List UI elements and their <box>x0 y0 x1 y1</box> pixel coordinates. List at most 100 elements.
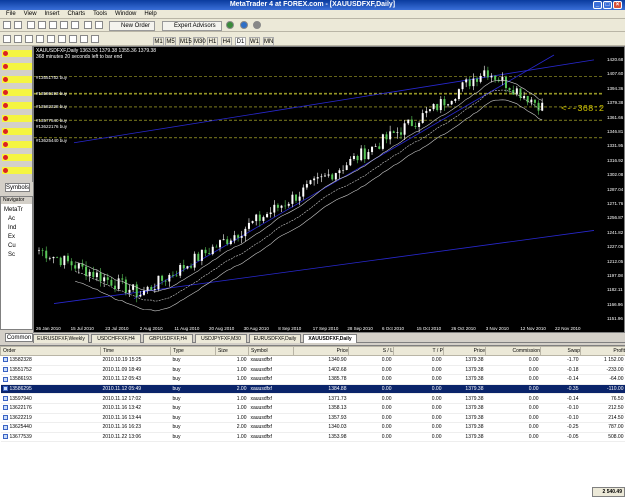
candle-body <box>175 275 178 277</box>
column-header[interactable]: S / L <box>348 346 394 356</box>
symbol-status-icon <box>3 155 8 160</box>
fibonacci-icon[interactable] <box>69 35 77 43</box>
order-row[interactable]: 13677539 2010.11.22 13:06 buy 1.00 xauusdfxf… <box>0 432 625 443</box>
column-header[interactable]: Type <box>170 346 216 356</box>
profiles-icon[interactable] <box>14 21 22 29</box>
templates-icon[interactable] <box>240 21 248 29</box>
order-row[interactable]: 13622176 2010.11.16 13:42 buy 1.00 xauusdfxf… <box>0 403 625 414</box>
navigator-item[interactable]: Ind <box>8 225 16 232</box>
minimize-button[interactable]: _ <box>593 1 602 9</box>
common-tab[interactable]: Common <box>5 333 33 342</box>
navigator-item[interactable]: MetaTr <box>4 207 23 214</box>
navigator-item[interactable]: Cu <box>8 243 16 250</box>
menu-tools[interactable]: Tools <box>93 10 107 19</box>
zoom-out-icon[interactable] <box>95 21 103 29</box>
order-row[interactable]: 13622219 2010.11.16 13:44 buy 1.00 xauusdfxf… <box>0 413 625 424</box>
menu-view[interactable]: View <box>24 10 37 19</box>
data-window-icon[interactable] <box>38 21 46 29</box>
terminal-icon[interactable] <box>60 21 68 29</box>
column-header[interactable]: Symbol <box>248 346 294 356</box>
y-tick-label: 1302.08 <box>607 172 624 178</box>
strategy-tester-icon[interactable] <box>71 21 79 29</box>
arrow-icon[interactable] <box>91 35 99 43</box>
menu-file[interactable]: File <box>6 10 16 19</box>
indicators-icon[interactable] <box>226 21 234 29</box>
order-row[interactable]: 13597940 2010.11.12 17:02 buy 1.00 xauusdfxf… <box>0 393 625 404</box>
timeframe-d1[interactable]: D1 <box>235 37 246 46</box>
timeframe-m15[interactable]: M15 <box>179 37 192 46</box>
navigator-item[interactable]: Sc <box>8 252 15 259</box>
candle-body <box>371 146 374 153</box>
timeframe-w1[interactable]: W1 <box>249 37 260 46</box>
market-watch-row[interactable] <box>2 167 32 174</box>
zoom-in-icon[interactable] <box>84 21 92 29</box>
market-watch-row[interactable] <box>2 141 32 148</box>
menu-insert[interactable]: Insert <box>44 10 59 19</box>
market-watch-row[interactable] <box>2 128 32 135</box>
order-cell: 214.50 <box>580 413 625 424</box>
column-header[interactable]: Time <box>100 346 171 356</box>
channel-icon[interactable] <box>58 35 66 43</box>
market-watch-row[interactable] <box>2 50 32 57</box>
timeframe-m5[interactable]: M5 <box>165 37 176 46</box>
chart-tab[interactable]: EURUSDFXF,Weekly <box>33 334 89 343</box>
timeframe-h4[interactable]: H4 <box>221 37 232 46</box>
column-header[interactable]: Price <box>293 346 349 356</box>
new-order-button[interactable]: New Order <box>109 21 155 31</box>
column-header[interactable]: T / P <box>393 346 444 356</box>
order-row[interactable]: 13582328 2010.10.19 15:25 buy 1.00 xauusdfxf… <box>0 355 625 366</box>
chart-tab[interactable]: USDCHFFXF,H4 <box>91 334 141 343</box>
new-chart-icon[interactable] <box>3 21 11 29</box>
order-cell: -0.14 <box>540 374 581 385</box>
symbol-status-icon <box>3 77 8 82</box>
menu-window[interactable]: Window <box>115 10 136 19</box>
market-watch-row[interactable] <box>2 76 32 83</box>
timeframe-m1[interactable]: M1 <box>153 37 164 46</box>
navigator-item[interactable]: Ac <box>8 216 15 223</box>
trendline-icon[interactable] <box>47 35 55 43</box>
candle-body <box>418 122 421 127</box>
timeframe-mn[interactable]: MN <box>263 37 274 46</box>
horizontal-line-icon[interactable] <box>36 35 44 43</box>
column-header[interactable]: Price <box>443 346 486 356</box>
market-watch-row[interactable] <box>2 89 32 96</box>
order-cell: 0.00 <box>393 403 444 414</box>
crosshair-icon[interactable] <box>14 35 22 43</box>
market-watch-icon[interactable] <box>27 21 35 29</box>
chart-tab-active[interactable]: XAUUSDFXF,Daily <box>303 334 357 343</box>
column-header[interactable]: Commission <box>485 346 541 356</box>
column-header[interactable]: Profit <box>580 346 625 356</box>
order-row[interactable]: 13551752 2010.11.09 18:49 buy 1.00 xauusdfxf… <box>0 365 625 376</box>
order-row[interactable]: 13625440 2010.11.16 16:23 buy 2.00 xauusdfxf… <box>0 422 625 433</box>
cursor-icon[interactable] <box>3 35 11 43</box>
symbols-tab[interactable]: Symbols <box>5 183 30 192</box>
expert-advisors-button[interactable]: Expert Advisors <box>162 21 222 31</box>
market-watch-row[interactable] <box>2 102 32 109</box>
column-header[interactable]: Swap <box>540 346 581 356</box>
price-chart[interactable]: XAUUSDFXF,Daily 1363.53 1379.38 1355.36 … <box>33 46 625 333</box>
close-button[interactable]: × <box>613 1 622 9</box>
settings-icon[interactable] <box>253 21 261 29</box>
navigator-icon[interactable] <box>49 21 57 29</box>
timeframe-m30[interactable]: M30 <box>193 37 206 46</box>
menu-help[interactable]: Help <box>144 10 156 19</box>
navigator-item[interactable]: Ex <box>8 234 15 241</box>
order-row[interactable]: 13586193 2010.11.12 05:43 buy 1.00 xauusdfxf… <box>0 374 625 385</box>
timeframe-h1[interactable]: H1 <box>207 37 218 46</box>
vertical-line-icon[interactable] <box>25 35 33 43</box>
column-header[interactable]: Size <box>215 346 249 356</box>
column-header[interactable]: Order <box>0 346 101 356</box>
market-watch-row[interactable] <box>2 115 32 122</box>
candle-body <box>302 187 305 197</box>
chart-tab[interactable]: USDJPYFXF,M30 <box>195 334 247 343</box>
market-watch-row[interactable] <box>2 154 32 161</box>
menu-charts[interactable]: Charts <box>67 10 85 19</box>
y-tick-label: 1227.06 <box>607 244 624 250</box>
maximize-button[interactable]: □ <box>603 1 612 9</box>
chart-tab[interactable]: GBPUSDFXF,H4 <box>143 334 193 343</box>
order-cell: xauusdfxf <box>248 432 294 443</box>
market-watch-row[interactable] <box>2 63 32 70</box>
chart-tab[interactable]: EURUSDFXF,Daily <box>249 334 301 343</box>
text-icon[interactable] <box>80 35 88 43</box>
order-row[interactable]: 13586295 2010.11.12 05:49 buy 2.00 xauusdfxf… <box>0 384 625 395</box>
